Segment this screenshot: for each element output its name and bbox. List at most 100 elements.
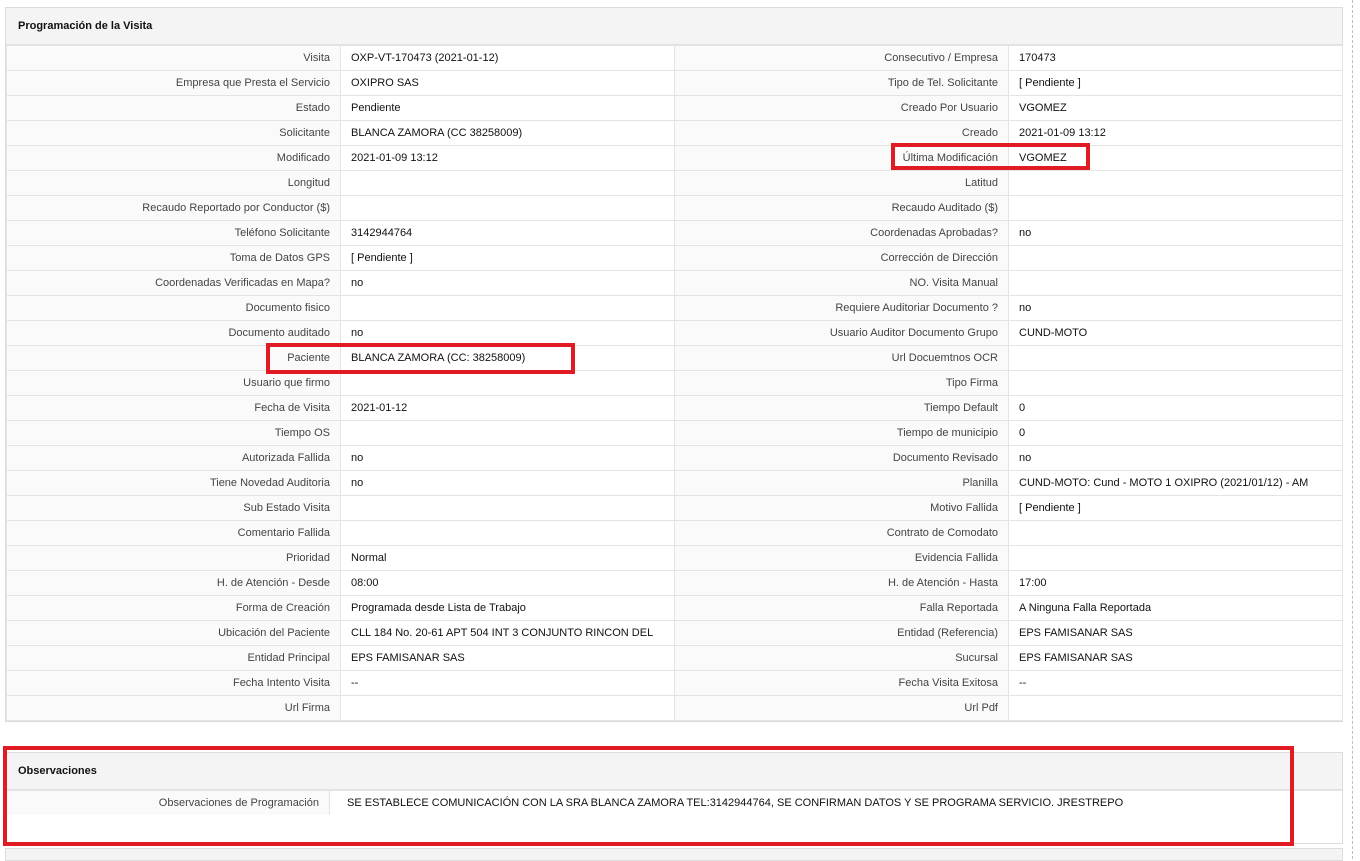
field-label: Entidad Principal: [6, 645, 341, 671]
programacion-title: Programación de la Visita: [6, 8, 1342, 45]
field-label: Longitud: [6, 170, 341, 196]
field-value: --: [1008, 670, 1343, 696]
field-value: Normal: [340, 545, 675, 571]
field-label: Forma de Creación: [6, 595, 341, 621]
table-row: Longitud Latitud: [6, 170, 1343, 196]
field-value: CLL 184 No. 20-61 APT 504 INT 3 CONJUNTO…: [340, 620, 675, 646]
field-label: Teléfono Solicitante: [6, 220, 341, 246]
field-value: CUND-MOTO: [1008, 320, 1343, 346]
observaciones-row: Observaciones de Programación SE ESTABLE…: [6, 790, 1342, 815]
table-row: Ubicación del Paciente CLL 184 No. 20-61 …: [6, 620, 1343, 646]
field-value: VGOMEZ: [1008, 145, 1343, 171]
table-row: Comentario Fallida Contrato de Comodato: [6, 520, 1343, 546]
field-label: Documento fisico: [6, 295, 341, 321]
field-label: Fecha de Visita: [6, 395, 341, 421]
table-row: Recaudo Reportado por Conductor ($) Recau…: [6, 195, 1343, 221]
field-label: Url Firma: [6, 695, 341, 721]
field-value: no: [340, 470, 675, 496]
field-value: BLANCA ZAMORA (CC: 38258009): [340, 345, 675, 371]
field-label: Entidad (Referencia): [674, 620, 1009, 646]
table-row: Teléfono Solicitante 3142944764 Coordenada…: [6, 220, 1343, 246]
field-label: Motivo Fallida: [674, 495, 1009, 521]
field-value: 3142944764: [340, 220, 675, 246]
table-row: Usuario que firmo Tipo Firma: [6, 370, 1343, 396]
field-label: H. de Atención - Desde: [6, 570, 341, 596]
field-value: no: [1008, 220, 1343, 246]
field-label: Sub Estado Visita: [6, 495, 341, 521]
field-label: Planilla: [674, 470, 1009, 496]
field-value: 0: [1008, 395, 1343, 421]
next-panel-header: [5, 848, 1343, 861]
field-label: Latitud: [674, 170, 1009, 196]
field-label: Autorizada Fallida: [6, 445, 341, 471]
field-label: Documento Revisado: [674, 445, 1009, 471]
field-value: 2021-01-12: [340, 395, 675, 421]
table-row: Documento auditado no Usuario Auditor Doc…: [6, 320, 1343, 346]
field-value: --: [340, 670, 675, 696]
field-value: no: [1008, 445, 1343, 471]
table-row: Empresa que Presta el Servicio OXIPRO SAS…: [6, 70, 1343, 96]
field-label: Paciente: [6, 345, 341, 371]
field-value: [340, 520, 675, 546]
table-row: Forma de Creación Programada desde Lista …: [6, 595, 1343, 621]
field-label: Evidencia Fallida: [674, 545, 1009, 571]
field-value: BLANCA ZAMORA (CC 38258009): [340, 120, 675, 146]
field-value: [1008, 270, 1343, 296]
field-label: Estado: [6, 95, 341, 121]
table-row: Url Firma Url Pdf: [6, 695, 1343, 721]
programacion-table: Visita OXP-VT-170473 (2021-01-12) Consecut…: [6, 45, 1343, 721]
field-value: 2021-01-09 13:12: [1008, 120, 1343, 146]
field-value: Programada desde Lista de Trabajo: [340, 595, 675, 621]
field-label: Requiere Auditoriar Documento ?: [674, 295, 1009, 321]
field-label: Falla Reportada: [674, 595, 1009, 621]
field-label: Creado Por Usuario: [674, 95, 1009, 121]
field-label: Usuario que firmo: [6, 370, 341, 396]
table-row: Fecha Intento Visita -- Fecha Visita Exit…: [6, 670, 1343, 696]
field-label: Prioridad: [6, 545, 341, 571]
field-value: OXP-VT-170473 (2021-01-12): [340, 45, 675, 71]
page-edge-guide: [1352, 0, 1353, 859]
observaciones-value: SE ESTABLECE COMUNICACIÓN CON LA SRA BLA…: [347, 797, 1124, 809]
field-label: Creado: [674, 120, 1009, 146]
field-value: [1008, 195, 1343, 221]
field-label: Visita: [6, 45, 341, 71]
table-row: Toma de Datos GPS[ Pendiente ] Corrección…: [6, 245, 1343, 271]
field-label: Fecha Intento Visita: [6, 670, 341, 696]
field-value: [340, 420, 675, 446]
field-value: [ Pendiente ]: [1008, 70, 1343, 96]
field-value: [340, 370, 675, 396]
table-row: Tiene Novedad Auditoria no Planilla CUND-M…: [6, 470, 1343, 496]
field-value: no: [340, 445, 675, 471]
field-label: Recaudo Auditado ($): [674, 195, 1009, 221]
field-label: Url Docuemtnos OCR: [674, 345, 1009, 371]
field-value: [1008, 170, 1343, 196]
field-label: Tipo de Tel. Solicitante: [674, 70, 1009, 96]
field-value: 2021-01-09 13:12: [340, 145, 675, 171]
field-label: Tiempo OS: [6, 420, 341, 446]
field-label: Recaudo Reportado por Conductor ($): [6, 195, 341, 221]
table-row: Sub Estado Visita Motivo Fallida[ Pendien…: [6, 495, 1343, 521]
table-row: Solicitante BLANCA ZAMORA (CC 38258009) Cr…: [6, 120, 1343, 146]
field-value: CUND-MOTO: Cund - MOTO 1 OXIPRO (2021/01…: [1008, 470, 1343, 496]
field-value: [1008, 245, 1343, 271]
field-value: [1008, 345, 1343, 371]
field-label: Ubicación del Paciente: [6, 620, 341, 646]
field-label: Documento auditado: [6, 320, 341, 346]
field-label: Tipo Firma: [674, 370, 1009, 396]
field-value: EPS FAMISANAR SAS: [1008, 645, 1343, 671]
field-label: Última Modificación: [674, 145, 1009, 171]
field-label: NO. Visita Manual: [674, 270, 1009, 296]
table-row: Visita OXP-VT-170473 (2021-01-12) Consecut…: [6, 45, 1343, 71]
field-label: Fecha Visita Exitosa: [674, 670, 1009, 696]
field-value: [1008, 545, 1343, 571]
field-label: Corrección de Dirección: [674, 245, 1009, 271]
field-value: [340, 295, 675, 321]
field-value: EPS FAMISANAR SAS: [1008, 620, 1343, 646]
programacion-panel: Programación de la Visita Visita OXP-VT-1…: [5, 7, 1343, 722]
field-value: [340, 195, 675, 221]
field-label: H. de Atención - Hasta: [674, 570, 1009, 596]
field-value: no: [340, 320, 675, 346]
table-row: Documento fisico Requiere Auditoriar Docu…: [6, 295, 1343, 321]
field-value: [1008, 370, 1343, 396]
field-value: [1008, 520, 1343, 546]
